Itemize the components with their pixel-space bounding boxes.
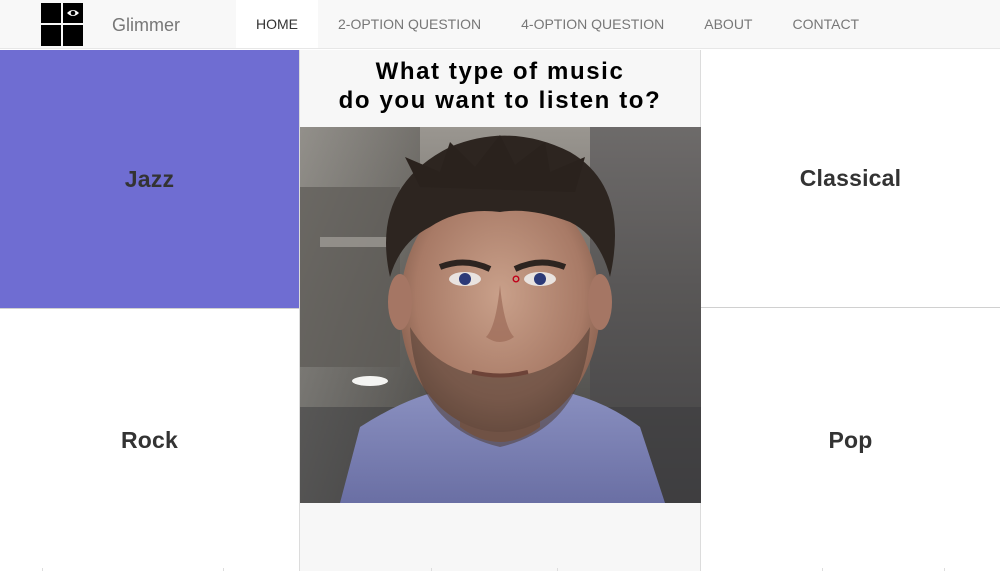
logo-square: [41, 3, 61, 23]
option-rock[interactable]: Rock: [0, 308, 299, 571]
nav-4-option-question[interactable]: 4-OPTION QUESTION: [501, 0, 684, 48]
option-classical[interactable]: Classical: [701, 50, 1000, 308]
question-title: What type of music do you want to listen…: [300, 57, 700, 115]
logo-square: [41, 25, 61, 46]
nav-2-option-question[interactable]: 2-OPTION QUESTION: [318, 0, 501, 48]
navbar: Glimmer HOME 2-OPTION QUESTION 4-OPTION …: [0, 0, 1000, 49]
nav-contact[interactable]: CONTACT: [772, 0, 879, 48]
webcam-image: [300, 127, 701, 503]
main-nav: HOME 2-OPTION QUESTION 4-OPTION QUESTION…: [236, 0, 879, 49]
brand-name[interactable]: Glimmer: [112, 15, 180, 36]
option-jazz[interactable]: Jazz: [0, 50, 299, 308]
option-label-pop: Pop: [828, 426, 873, 453]
gaze-point-icon: [512, 275, 520, 283]
question-line-1: What type of music: [375, 58, 625, 85]
center-panel: What type of music do you want to listen…: [299, 50, 701, 571]
eye-grid-icon[interactable]: [41, 3, 83, 46]
nav-home[interactable]: HOME: [236, 0, 318, 48]
eye-icon: [67, 10, 79, 16]
option-label-classical: Classical: [799, 165, 902, 191]
option-pop[interactable]: Pop: [701, 309, 1000, 571]
logo-square-eye: [63, 3, 83, 23]
logo-square: [63, 25, 83, 46]
option-label-jazz: Jazz: [124, 165, 175, 192]
nav-about[interactable]: ABOUT: [684, 0, 772, 48]
option-label-rock: Rock: [120, 426, 179, 453]
question-line-2: do you want to listen to?: [338, 87, 662, 114]
webcam-feed: [300, 127, 701, 503]
